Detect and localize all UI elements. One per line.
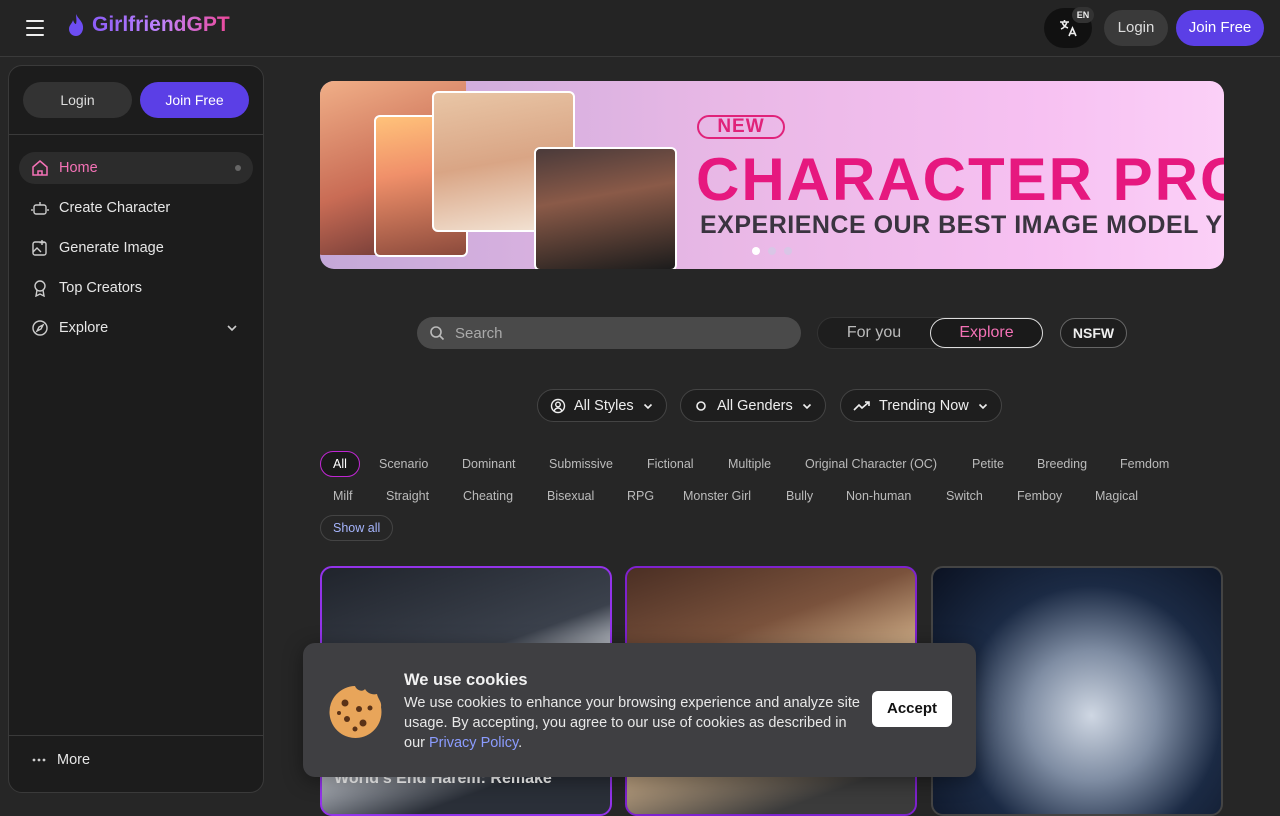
filter-label: All Styles bbox=[574, 397, 634, 414]
sidebar-item-label: Top Creators bbox=[59, 280, 143, 296]
trending-up-icon bbox=[853, 400, 870, 411]
chevron-down-icon bbox=[802, 403, 811, 409]
tag-chip[interactable]: Straight bbox=[374, 483, 441, 509]
hamburger-menu-icon[interactable] bbox=[22, 17, 50, 39]
sidebar-item-generate-image[interactable]: Generate Image bbox=[19, 232, 253, 264]
cookie-consent-banner: We use cookies We use cookies to enhance… bbox=[303, 643, 976, 777]
tag-chip[interactable]: Bully bbox=[774, 483, 825, 509]
banner-headline: CHARACTER PRO bbox=[696, 146, 1224, 213]
carousel-dots bbox=[752, 247, 792, 255]
sidebar-item-label: Home bbox=[59, 160, 98, 176]
tag-chip[interactable]: All bbox=[320, 451, 360, 477]
login-button[interactable]: Login bbox=[1104, 10, 1168, 46]
sidebar-item-label: Explore bbox=[59, 320, 109, 336]
styles-filter-dropdown[interactable]: All Styles bbox=[537, 389, 667, 422]
genders-filter-dropdown[interactable]: All Genders bbox=[680, 389, 826, 422]
new-badge: NEW bbox=[697, 115, 785, 139]
tag-chip[interactable]: Magical bbox=[1083, 483, 1150, 509]
tag-chip[interactable]: Monster Girl bbox=[671, 483, 763, 509]
carousel-dot[interactable] bbox=[752, 247, 760, 255]
logo[interactable]: GirlfriendGPT bbox=[66, 13, 230, 37]
tag-chip[interactable]: Switch bbox=[934, 483, 995, 509]
tag-chip[interactable]: Fictional bbox=[635, 451, 706, 477]
sort-dropdown[interactable]: Trending Now bbox=[840, 389, 1002, 422]
tag-chip[interactable]: Scenario bbox=[367, 451, 440, 477]
sidebar-join-free-button[interactable]: Join Free bbox=[140, 82, 249, 118]
more-dots-icon bbox=[32, 758, 46, 762]
language-button[interactable]: EN bbox=[1044, 7, 1094, 48]
filter-label: Trending Now bbox=[879, 397, 969, 414]
nsfw-toggle[interactable]: NSFW bbox=[1060, 318, 1127, 348]
logo-text: GirlfriendGPT bbox=[92, 13, 230, 36]
sidebar-item-top-creators[interactable]: Top Creators bbox=[19, 272, 253, 304]
tab-for-you[interactable]: For you bbox=[818, 318, 930, 348]
feed-toggle: For you Explore bbox=[817, 317, 1043, 349]
chevron-down-icon bbox=[643, 403, 652, 409]
compass-icon bbox=[32, 320, 48, 336]
promo-banner[interactable]: NEW CHARACTER PRO EXPERIENCE OUR BEST IM… bbox=[320, 81, 1224, 269]
divider bbox=[9, 735, 263, 736]
user-circle-icon bbox=[550, 398, 566, 413]
sidebar-item-explore[interactable]: Explore bbox=[19, 312, 253, 344]
tag-chip[interactable]: Milf bbox=[321, 483, 364, 509]
home-icon bbox=[32, 160, 48, 176]
tag-chip[interactable]: Petite bbox=[960, 451, 1016, 477]
tag-chip[interactable]: Original Character (OC) bbox=[793, 451, 949, 477]
sidebar: Login Join Free Home Create Character Ge… bbox=[8, 65, 264, 793]
sidebar-login-button[interactable]: Login bbox=[23, 82, 132, 118]
top-bar: GirlfriendGPT EN Login Join Free bbox=[0, 0, 1280, 57]
tag-chip[interactable]: Femdom bbox=[1108, 451, 1181, 477]
sidebar-more-button[interactable]: More bbox=[31, 752, 90, 768]
image-plus-icon bbox=[32, 240, 47, 256]
filter-label: All Genders bbox=[717, 397, 793, 414]
join-free-button[interactable]: Join Free bbox=[1176, 10, 1264, 46]
search-icon bbox=[430, 326, 445, 341]
sidebar-item-home[interactable]: Home bbox=[19, 152, 253, 184]
tag-chip[interactable]: Breeding bbox=[1025, 451, 1099, 477]
carousel-dot[interactable] bbox=[784, 247, 792, 255]
accept-cookies-button[interactable]: Accept bbox=[872, 691, 952, 727]
robot-icon bbox=[31, 202, 49, 215]
cookie-period: . bbox=[518, 735, 523, 751]
tag-chip[interactable]: Dominant bbox=[450, 451, 528, 477]
tag-chip[interactable]: Cheating bbox=[451, 483, 525, 509]
tag-chip[interactable]: Submissive bbox=[537, 451, 625, 477]
flame-icon bbox=[69, 14, 84, 36]
search-placeholder: Search bbox=[455, 324, 503, 342]
language-badge: EN bbox=[1072, 7, 1094, 23]
tab-explore[interactable]: Explore bbox=[930, 318, 1043, 348]
cookie-icon bbox=[329, 686, 382, 738]
divider bbox=[9, 134, 263, 135]
privacy-policy-link[interactable]: Privacy Policy bbox=[429, 735, 518, 751]
banner-photo bbox=[534, 147, 677, 269]
cookie-text: We use cookies to enhance your browsing … bbox=[404, 693, 864, 753]
award-icon bbox=[34, 280, 46, 297]
tag-chip[interactable]: Bisexual bbox=[535, 483, 606, 509]
carousel-dot[interactable] bbox=[768, 247, 776, 255]
cookie-title: We use cookies bbox=[404, 671, 528, 689]
tag-chip[interactable]: Femboy bbox=[1005, 483, 1074, 509]
sidebar-item-label: Generate Image bbox=[59, 240, 164, 256]
circle-icon bbox=[696, 400, 706, 411]
tag-chip[interactable]: RPG bbox=[615, 483, 666, 509]
active-dot bbox=[235, 165, 241, 171]
tag-chip[interactable]: Multiple bbox=[716, 451, 783, 477]
chevron-down-icon[interactable] bbox=[225, 321, 239, 335]
more-label: More bbox=[57, 752, 91, 768]
search-input[interactable]: Search bbox=[417, 317, 801, 349]
tag-chip[interactable]: Non-human bbox=[834, 483, 923, 509]
banner-subheadline: EXPERIENCE OUR BEST IMAGE MODEL YET bbox=[700, 211, 1224, 239]
sidebar-item-label: Create Character bbox=[59, 200, 171, 216]
chevron-down-icon bbox=[978, 403, 987, 409]
show-all-tags-button[interactable]: Show all bbox=[320, 515, 394, 541]
sidebar-item-create-character[interactable]: Create Character bbox=[19, 192, 253, 224]
